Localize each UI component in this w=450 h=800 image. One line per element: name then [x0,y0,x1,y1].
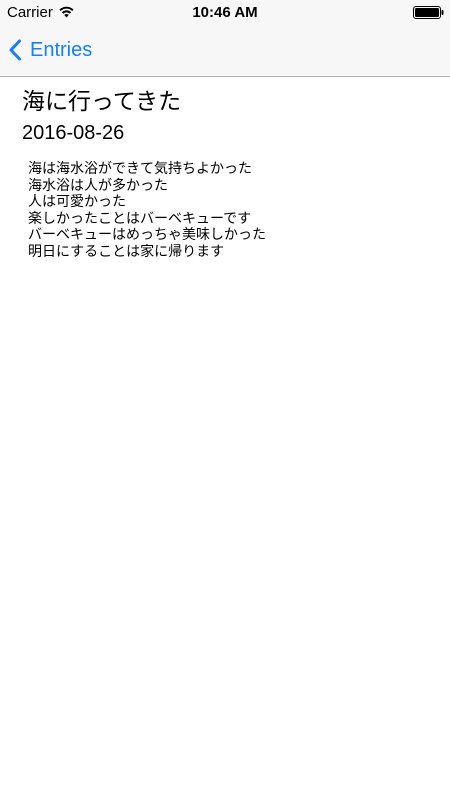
status-bar: Carrier 10:46 AM [0,0,450,26]
entry-body: 海は海水浴ができて気持ちよかった 海水浴は人が多かった 人は可愛かった 楽しかっ… [28,161,266,260]
navigation-bar: Entries [0,26,450,77]
entry-body-line: 明日にすることは家に帰ります [28,243,225,260]
back-button-label: Entries [30,39,93,61]
battery-icon [413,6,444,19]
entry-date: 2016-08-26 [22,122,125,144]
back-button[interactable]: Entries [8,35,92,65]
entry-body-line: 楽しかったことはバーベキューです [28,210,252,227]
entry-title: 海に行ってきた [22,89,182,115]
entry-body-line: バーベキューはめっちゃ美味しかった [28,227,266,243]
screen: Carrier 10:46 AM Entries 海に行ってきた 2016-08… [0,0,450,800]
entry-body-line: 海は海水浴ができて気持ちよかった [28,161,252,177]
chevron-left-icon [9,39,21,61]
entry-body-line: 海水浴は人が多かった [28,177,168,194]
status-time: 10:46 AM [192,4,258,21]
entry-body-line: 人は可愛かった [28,194,126,210]
